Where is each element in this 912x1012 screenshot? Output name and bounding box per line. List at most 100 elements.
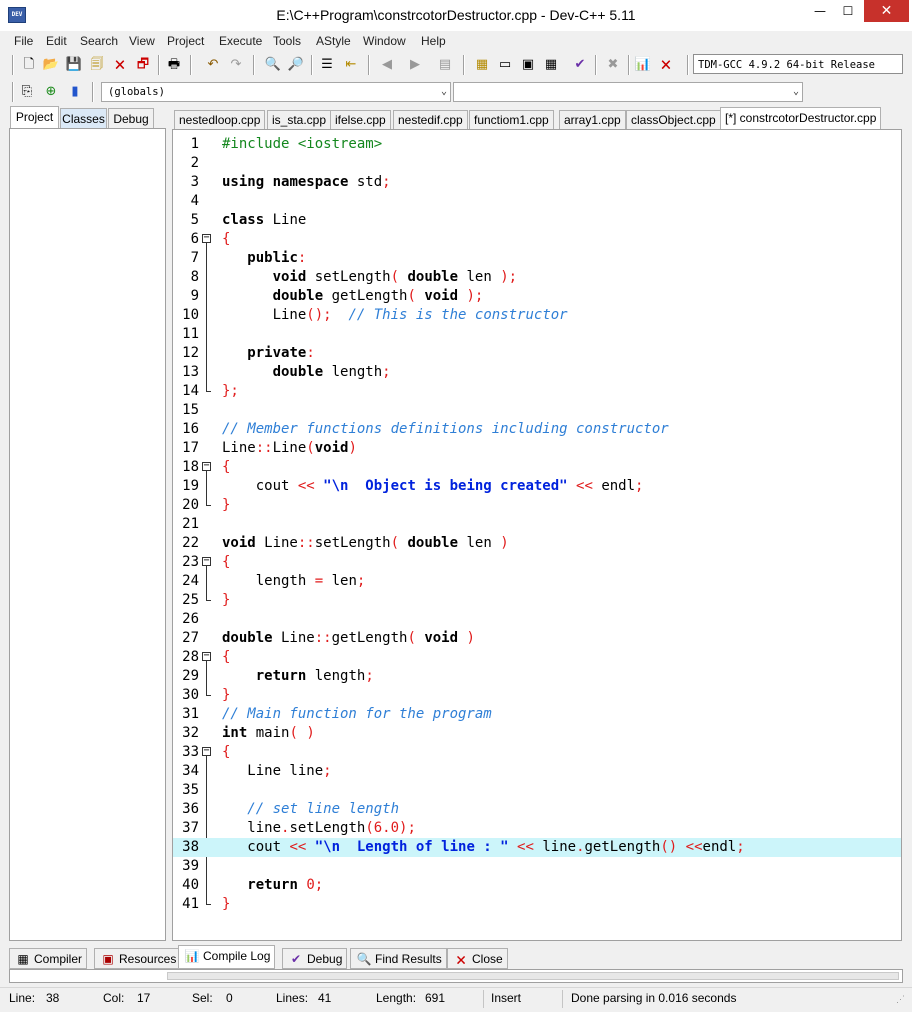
code-line[interactable]: 31 // Main function for the program	[173, 705, 901, 724]
code-line[interactable]: 6− {	[173, 230, 901, 249]
tab-project[interactable]: Project	[10, 106, 59, 128]
menu-window[interactable]: Window	[363, 34, 406, 48]
code-line[interactable]: 14};	[173, 382, 901, 401]
indent-icon[interactable]: ☰	[318, 56, 336, 74]
tab-debug[interactable]: Debug	[108, 108, 154, 128]
tab-debug-output[interactable]: ✔ Debug	[282, 948, 348, 969]
menu-tools[interactable]: Tools	[273, 34, 301, 48]
fold-collapse-icon[interactable]: −	[202, 233, 211, 243]
editor-tab[interactable]: array1.cpp	[559, 110, 626, 129]
goto-bookmark-icon[interactable]: ▶	[406, 56, 424, 74]
code-line[interactable]: 8 void setLength( double len );	[173, 268, 901, 287]
code-line[interactable]: 12 private:	[173, 344, 901, 363]
editor-tab-active[interactable]: [*] constrcotorDestructor.cpp	[720, 107, 882, 130]
rebuild-icon[interactable]: ▦	[542, 56, 560, 74]
fold-collapse-icon[interactable]: −	[202, 461, 211, 471]
code-line[interactable]: 17 Line::Line(void)	[173, 439, 901, 458]
code-line[interactable]: 19 cout << "\n Object is being created" …	[173, 477, 901, 496]
code-line[interactable]: 4	[173, 192, 901, 211]
code-line[interactable]: 30}	[173, 686, 901, 705]
code-line[interactable]: 32 int main( )	[173, 724, 901, 743]
fold-collapse-icon[interactable]: −	[202, 651, 211, 661]
code-line[interactable]: 20}	[173, 496, 901, 515]
compile-run-icon[interactable]: ▣	[519, 56, 537, 74]
editor-tab[interactable]: is_sta.cpp	[267, 110, 332, 129]
code-line[interactable]: 27 double Line::getLength( void )	[173, 629, 901, 648]
close-all-icon[interactable]: 🗗	[134, 56, 152, 74]
editor-tab[interactable]: functiom1.cpp	[469, 110, 554, 129]
profile-icon[interactable]: 📊	[634, 56, 652, 74]
tab-classes[interactable]: Classes	[60, 108, 107, 128]
resize-grip-icon[interactable]: ⋰	[896, 994, 905, 1005]
delete-profile-icon[interactable]: 🗙	[657, 56, 675, 74]
close-file-icon[interactable]: 🗙	[111, 56, 129, 74]
code-line[interactable]: 22 void Line::setLength( double len )	[173, 534, 901, 553]
replace-icon[interactable]: 🔎	[287, 56, 305, 74]
code-line[interactable]: 29 return length;	[173, 667, 901, 686]
chevron-down-icon[interactable]: ⌄	[441, 83, 447, 101]
code-line[interactable]: 39	[173, 857, 901, 876]
redo-icon[interactable]: ↷	[227, 56, 245, 74]
code-line[interactable]: 9 double getLength( void );	[173, 287, 901, 306]
chevron-down-icon[interactable]: ⌄	[793, 83, 799, 101]
horizontal-scrollbar[interactable]	[167, 972, 899, 980]
save-icon[interactable]: 💾	[65, 56, 83, 74]
code-line[interactable]: 3 using namespace std;	[173, 173, 901, 192]
code-line[interactable]: 15	[173, 401, 901, 420]
find-icon[interactable]: 🔍	[264, 56, 282, 74]
fold-collapse-icon[interactable]: −	[202, 746, 211, 756]
code-line[interactable]: 28− {	[173, 648, 901, 667]
tab-resources[interactable]: ▣ Resources	[94, 948, 182, 969]
new-class-icon[interactable]: ⎘	[18, 83, 36, 101]
tab-close[interactable]: 🗙 Close	[447, 948, 508, 969]
goto-line-icon[interactable]: ▤	[436, 56, 454, 74]
menu-project[interactable]: Project	[167, 34, 204, 48]
tab-compiler[interactable]: ▦ Compiler	[9, 948, 88, 969]
project-browser-panel[interactable]	[9, 128, 166, 941]
menu-view[interactable]: View	[129, 34, 155, 48]
code-line[interactable]: 34 Line line;	[173, 762, 901, 781]
code-line[interactable]: 38 cout << "\n Length of line : " << lin…	[173, 838, 901, 857]
scope-combo[interactable]: (globals) ⌄	[101, 82, 451, 102]
code-line[interactable]: 40 return 0;	[173, 876, 901, 895]
run-icon[interactable]: ▭	[496, 56, 514, 74]
member-combo[interactable]: ⌄	[453, 82, 803, 102]
undo-icon[interactable]: ↶	[204, 56, 222, 74]
insert-icon[interactable]: ⊕	[42, 83, 60, 101]
code-line[interactable]: 2	[173, 154, 901, 173]
code-line[interactable]: 11	[173, 325, 901, 344]
code-line[interactable]: 7 public:	[173, 249, 901, 268]
code-line[interactable]: 25}	[173, 591, 901, 610]
menu-execute[interactable]: Execute	[219, 34, 262, 48]
code-line[interactable]: 5 class Line	[173, 211, 901, 230]
editor-tab[interactable]: nestedif.cpp	[393, 110, 468, 129]
open-file-icon[interactable]: 📂	[42, 56, 60, 74]
code-line[interactable]: 24 length = len;	[173, 572, 901, 591]
code-editor[interactable]: 1 #include <iostream> 2 3 using namespace st…	[172, 129, 902, 941]
unindent-icon[interactable]: ⇤	[342, 56, 360, 74]
code-line[interactable]: 35	[173, 781, 901, 800]
code-line[interactable]: 21	[173, 515, 901, 534]
code-line[interactable]: 36 // set line length	[173, 800, 901, 819]
new-file-icon[interactable]: 🗋	[20, 56, 38, 74]
code-line[interactable]: 1 #include <iostream>	[173, 135, 901, 154]
editor-tab[interactable]: classObject.cpp	[626, 110, 721, 129]
tab-find-results[interactable]: 🔍 Find Results	[350, 948, 447, 969]
code-line[interactable]: 33− {	[173, 743, 901, 762]
fold-collapse-icon[interactable]: −	[202, 556, 211, 566]
print-icon[interactable]: 🖶	[165, 56, 183, 74]
menu-help[interactable]: Help	[421, 34, 446, 48]
code-line[interactable]: 37 line.setLength(6.0);	[173, 819, 901, 838]
editor-tab[interactable]: nestedloop.cpp	[174, 110, 266, 129]
editor-tab[interactable]: ifelse.cpp	[330, 110, 391, 129]
code-line[interactable]: 26	[173, 610, 901, 629]
menu-astyle[interactable]: AStyle	[316, 34, 351, 48]
compiler-select[interactable]: TDM-GCC 4.9.2 64-bit Release	[693, 54, 903, 74]
code-line[interactable]: 10 Line(); // This is the constructor	[173, 306, 901, 325]
save-all-icon[interactable]: 🗐	[88, 56, 106, 74]
minimize-button[interactable]: —	[806, 0, 834, 22]
toggle-icon[interactable]: ▮	[66, 83, 84, 101]
maximize-button[interactable]: ☐	[834, 0, 862, 22]
code-line[interactable]: 41}	[173, 895, 901, 914]
close-window-button[interactable]: ✕	[864, 0, 909, 22]
